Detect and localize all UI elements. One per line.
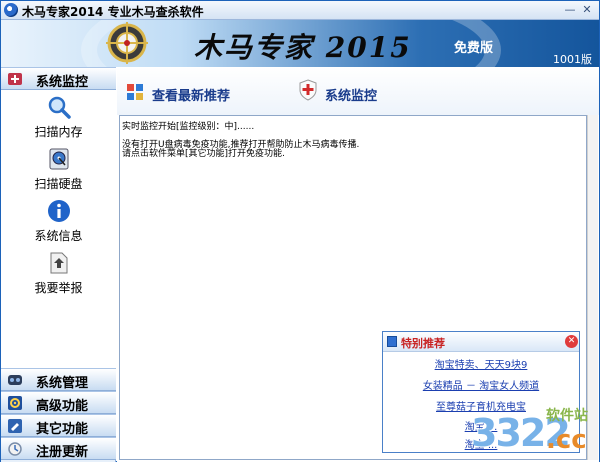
log-scrollbar[interactable] <box>587 115 598 460</box>
popup-header: 特别推荐 ✕ <box>383 332 579 352</box>
product-title: 木马专家 2015 <box>194 31 412 64</box>
watermark-domain: .cc <box>546 425 587 455</box>
tool-panel: 扫描内存 扫描硬盘 系统信息 我要举报 <box>1 90 116 368</box>
sidebar-section-label: 其它功能 <box>36 422 89 437</box>
report-icon <box>50 252 68 274</box>
sidebar-section-system-management[interactable]: 系统管理 <box>1 368 116 391</box>
tool-label: 我要举报 <box>34 281 83 295</box>
gear-icon <box>8 396 22 410</box>
watermark-site: 软件站 <box>546 408 588 424</box>
sidebar-section-label: 高级功能 <box>36 399 89 414</box>
tool-label: 扫描内存 <box>34 125 83 139</box>
scan-memory-button[interactable]: 扫描内存 <box>1 95 116 145</box>
log-line: 实时监控开始[监控级别：中]...... <box>122 122 255 132</box>
sidebar-section-label: 系统管理 <box>36 376 89 391</box>
shield-icon <box>8 73 22 85</box>
system-info-button[interactable]: 系统信息 <box>1 199 116 249</box>
window-title: 木马专家2014 专业木马查杀软件 <box>22 5 204 19</box>
minimize-button[interactable]: — <box>564 4 576 16</box>
info-icon <box>48 200 70 222</box>
sidebar: 系统监控 扫描内存 扫描硬盘 系统信息 我要举报 系统管理 高级功能 其它功能 … <box>1 67 116 462</box>
document-icon <box>387 336 397 347</box>
sidebar-section-register-update[interactable]: 注册更新 <box>1 437 116 460</box>
free-edition-badge: 免费版 <box>454 41 494 56</box>
grid-icon <box>127 84 143 100</box>
sidebar-section-advanced[interactable]: 高级功能 <box>1 391 116 414</box>
app-window: 木马专家2014 专业木马查杀软件 — ✕ 木马专家 2015 免费版 1001… <box>0 0 600 462</box>
system-monitor-label: 系统监控 <box>325 89 378 104</box>
management-icon <box>8 375 22 385</box>
magnifier-icon <box>48 96 71 119</box>
report-button[interactable]: 我要举报 <box>1 251 116 301</box>
sidebar-section-label: 注册更新 <box>36 445 89 460</box>
popup-close-icon[interactable]: ✕ <box>565 335 578 348</box>
tool-label: 系统信息 <box>34 229 83 243</box>
popup-link[interactable]: 淘宝特卖、天天9块9 <box>383 356 579 371</box>
sidebar-section-other[interactable]: 其它功能 <box>1 414 116 437</box>
version-label: 1001版 <box>553 53 592 66</box>
scan-disk-button[interactable]: 扫描硬盘 <box>1 147 116 197</box>
update-icon <box>8 442 22 456</box>
hard-disk-icon <box>49 148 69 170</box>
header-banner: 木马专家 2015 免费版 1001版 <box>1 20 599 67</box>
title-bar[interactable]: 木马专家2014 专业木马查杀软件 — ✕ <box>1 1 599 20</box>
popup-title: 特别推荐 <box>401 337 445 350</box>
crosshair-logo-icon <box>106 22 148 64</box>
sidebar-section-label: 系统监控 <box>36 75 89 90</box>
main-toolbar: 查看最新推荐 系统监控 <box>117 67 599 115</box>
tools-icon <box>8 419 22 433</box>
app-logo-icon <box>4 3 18 17</box>
log-line: 请点击软件菜单[其它功能]打开免疫功能. <box>122 149 285 159</box>
popup-link[interactable]: 女装精品 － 淘宝女人频道 <box>383 377 579 392</box>
shield-cross-icon <box>299 79 317 101</box>
sidebar-section-system-monitor[interactable]: 系统监控 <box>1 67 116 90</box>
tool-label: 扫描硬盘 <box>34 177 83 191</box>
close-button[interactable]: ✕ <box>581 4 593 16</box>
view-recommend-label: 查看最新推荐 <box>152 89 231 104</box>
